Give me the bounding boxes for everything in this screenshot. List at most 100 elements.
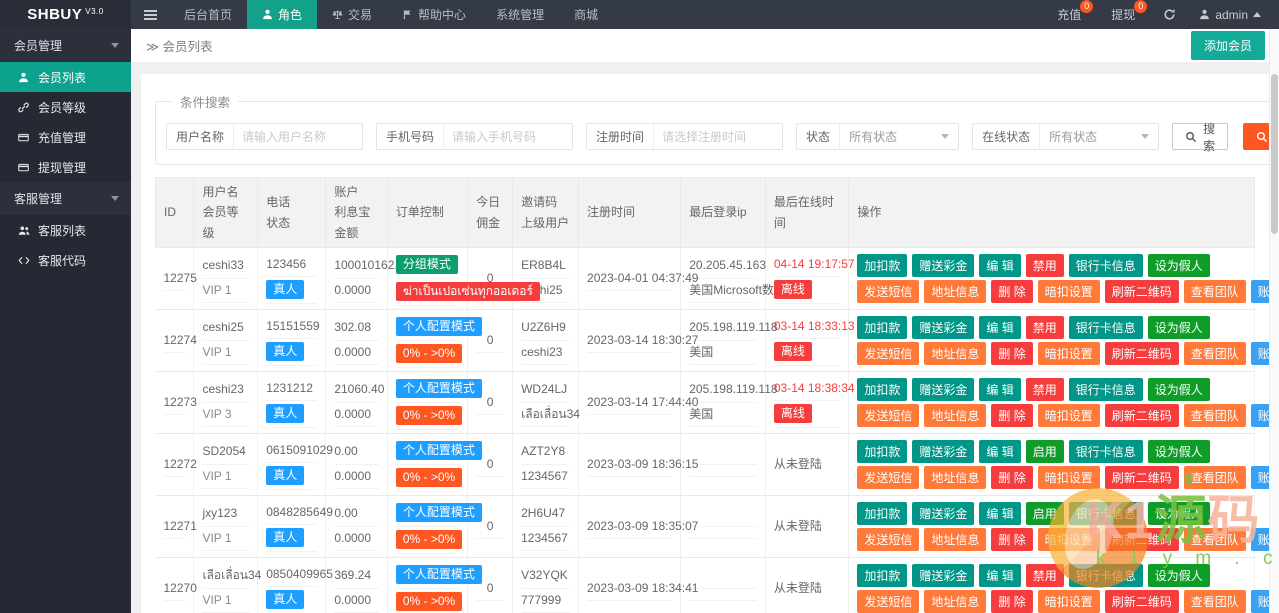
online-status-select[interactable]: 所有状态 [1040, 124, 1158, 149]
action-button-删 除[interactable]: 删 除 [991, 342, 1032, 365]
sidebar-item-withdraw-mgmt[interactable]: 提现管理 [0, 152, 131, 182]
toggle-status-button[interactable]: 启用 [1026, 440, 1064, 463]
nav-tab-home[interactable]: 后台首页 [169, 0, 247, 29]
username-input[interactable] [234, 124, 362, 149]
nav-tab-role[interactable]: 角色 [247, 0, 317, 29]
add-member-button[interactable]: 添加会员 [1191, 31, 1265, 60]
action-button-编 辑[interactable]: 编 辑 [979, 378, 1020, 401]
action-button-加扣款[interactable]: 加扣款 [857, 254, 907, 277]
nav-tab-trade[interactable]: 交易 [317, 0, 387, 29]
action-button-刷新二维码[interactable]: 刷新二维码 [1105, 528, 1179, 551]
action-button-银行卡信息[interactable]: 银行卡信息 [1069, 564, 1143, 587]
action-button-查看团队[interactable]: 查看团队 [1184, 466, 1246, 489]
toggle-status-button[interactable]: 禁用 [1026, 564, 1064, 587]
admin-menu[interactable]: admin [1189, 8, 1279, 22]
action-button-删 除[interactable]: 删 除 [991, 528, 1032, 551]
sidebar-section-header[interactable]: 客服管理 [0, 182, 131, 215]
action-button-赠送彩金[interactable]: 赠送彩金 [912, 440, 974, 463]
action-button-地址信息[interactable]: 地址信息 [924, 528, 986, 551]
toggle-status-button[interactable]: 禁用 [1026, 378, 1064, 401]
action-button-查看团队[interactable]: 查看团队 [1184, 590, 1246, 613]
action-button-编 辑[interactable]: 编 辑 [979, 564, 1020, 587]
action-button-发送短信[interactable]: 发送短信 [857, 280, 919, 303]
action-button-暗扣设置[interactable]: 暗扣设置 [1038, 342, 1100, 365]
action-button-编 辑[interactable]: 编 辑 [979, 440, 1020, 463]
action-button-加扣款[interactable]: 加扣款 [857, 378, 907, 401]
action-button-设为假人[interactable]: 设为假人 [1148, 254, 1210, 277]
action-button-加扣款[interactable]: 加扣款 [857, 502, 907, 525]
action-button-编 辑[interactable]: 编 辑 [979, 254, 1020, 277]
toggle-status-button[interactable]: 禁用 [1026, 254, 1064, 277]
reg-time-input[interactable] [654, 124, 782, 149]
sidebar-item-service-code[interactable]: 客服代码 [0, 245, 131, 275]
action-button-地址信息[interactable]: 地址信息 [924, 342, 986, 365]
action-button-地址信息[interactable]: 地址信息 [924, 590, 986, 613]
action-button-地址信息[interactable]: 地址信息 [924, 280, 986, 303]
action-button-暗扣设置[interactable]: 暗扣设置 [1038, 280, 1100, 303]
toggle-status-button[interactable]: 启用 [1026, 502, 1064, 525]
action-button-设为假人[interactable]: 设为假人 [1148, 440, 1210, 463]
action-button-赠送彩金[interactable]: 赠送彩金 [912, 378, 974, 401]
action-button-暗扣设置[interactable]: 暗扣设置 [1038, 404, 1100, 427]
action-button-刷新二维码[interactable]: 刷新二维码 [1105, 466, 1179, 489]
action-button-查看团队[interactable]: 查看团队 [1184, 342, 1246, 365]
action-button-暗扣设置[interactable]: 暗扣设置 [1038, 528, 1100, 551]
action-button-发送短信[interactable]: 发送短信 [857, 590, 919, 613]
action-button-发送短信[interactable]: 发送短信 [857, 466, 919, 489]
action-button-暗扣设置[interactable]: 暗扣设置 [1038, 590, 1100, 613]
action-button-银行卡信息[interactable]: 银行卡信息 [1069, 502, 1143, 525]
action-button-删 除[interactable]: 删 除 [991, 404, 1032, 427]
action-button-编 辑[interactable]: 编 辑 [979, 316, 1020, 339]
action-button-发送短信[interactable]: 发送短信 [857, 342, 919, 365]
phone-input[interactable] [444, 124, 572, 149]
action-button-刷新二维码[interactable]: 刷新二维码 [1105, 404, 1179, 427]
status-select[interactable]: 所有状态 [840, 124, 958, 149]
action-button-设为假人[interactable]: 设为假人 [1148, 316, 1210, 339]
scrollbar[interactable] [1269, 29, 1279, 613]
action-button-刷新二维码[interactable]: 刷新二维码 [1105, 280, 1179, 303]
action-button-加扣款[interactable]: 加扣款 [857, 440, 907, 463]
action-button-设为假人[interactable]: 设为假人 [1148, 378, 1210, 401]
scrollbar-thumb[interactable] [1271, 74, 1278, 234]
search-button[interactable]: 搜 索 [1172, 123, 1228, 150]
withdraw-nav-item[interactable]: 提现 0 [1096, 0, 1150, 29]
action-button-发送短信[interactable]: 发送短信 [857, 528, 919, 551]
action-button-银行卡信息[interactable]: 银行卡信息 [1069, 316, 1143, 339]
action-button-编 辑[interactable]: 编 辑 [979, 502, 1020, 525]
action-button-刷新二维码[interactable]: 刷新二维码 [1105, 342, 1179, 365]
action-button-银行卡信息[interactable]: 银行卡信息 [1069, 254, 1143, 277]
action-button-查看团队[interactable]: 查看团队 [1184, 528, 1246, 551]
action-button-地址信息[interactable]: 地址信息 [924, 404, 986, 427]
action-button-地址信息[interactable]: 地址信息 [924, 466, 986, 489]
action-button-银行卡信息[interactable]: 银行卡信息 [1069, 440, 1143, 463]
action-button-删 除[interactable]: 删 除 [991, 280, 1032, 303]
nav-tab-help[interactable]: 帮助中心 [387, 0, 481, 29]
sidebar-section-header[interactable]: 会员管理 [0, 29, 131, 62]
toggle-status-button[interactable]: 禁用 [1026, 316, 1064, 339]
action-button-删 除[interactable]: 删 除 [991, 590, 1032, 613]
action-button-赠送彩金[interactable]: 赠送彩金 [912, 564, 974, 587]
action-button-赠送彩金[interactable]: 赠送彩金 [912, 316, 974, 339]
action-button-银行卡信息[interactable]: 银行卡信息 [1069, 378, 1143, 401]
refresh-icon[interactable] [1150, 8, 1189, 21]
recharge-nav-item[interactable]: 充值 0 [1042, 0, 1096, 29]
sidebar-item-recharge-mgmt[interactable]: 充值管理 [0, 122, 131, 152]
sidebar-item-service-list[interactable]: 客服列表 [0, 215, 131, 245]
menu-toggle-icon[interactable] [131, 0, 169, 29]
nav-tab-mall[interactable]: 商城 [559, 0, 613, 29]
nav-tab-system[interactable]: 系统管理 [481, 0, 559, 29]
action-button-刷新二维码[interactable]: 刷新二维码 [1105, 590, 1179, 613]
action-button-暗扣设置[interactable]: 暗扣设置 [1038, 466, 1100, 489]
action-button-设为假人[interactable]: 设为假人 [1148, 502, 1210, 525]
action-button-赠送彩金[interactable]: 赠送彩金 [912, 254, 974, 277]
action-button-赠送彩金[interactable]: 赠送彩金 [912, 502, 974, 525]
sidebar-item-member-list[interactable]: 会员列表 [0, 62, 131, 92]
action-button-加扣款[interactable]: 加扣款 [857, 564, 907, 587]
sidebar-item-member-level[interactable]: 会员等级 [0, 92, 131, 122]
action-button-发送短信[interactable]: 发送短信 [857, 404, 919, 427]
action-button-加扣款[interactable]: 加扣款 [857, 316, 907, 339]
action-button-删 除[interactable]: 删 除 [991, 466, 1032, 489]
action-button-设为假人[interactable]: 设为假人 [1148, 564, 1210, 587]
action-button-查看团队[interactable]: 查看团队 [1184, 404, 1246, 427]
action-button-查看团队[interactable]: 查看团队 [1184, 280, 1246, 303]
